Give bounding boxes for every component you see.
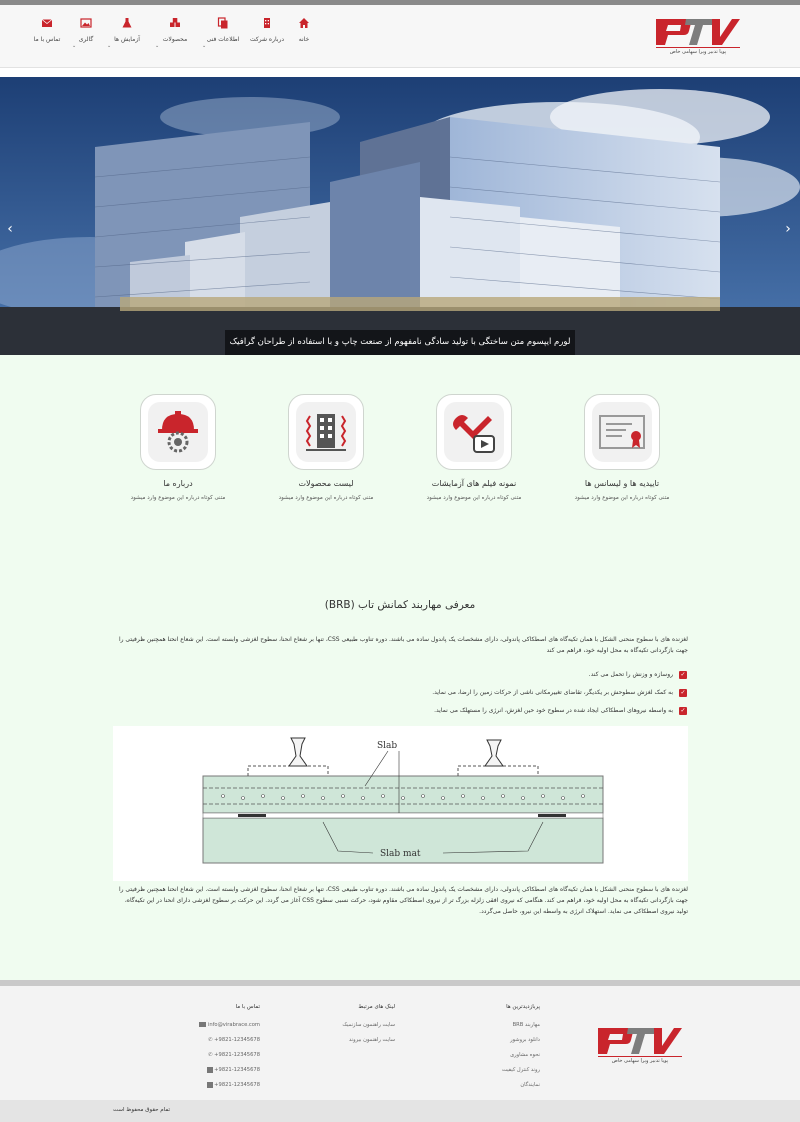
nav-gallery[interactable]: گالری ⌄	[72, 17, 100, 57]
footer-link[interactable]: دانلود بروشور	[440, 1033, 540, 1048]
fax-icon	[206, 1081, 213, 1088]
brand-tagline: پویا تدبیر ویرا سهامی خاص	[669, 49, 727, 55]
nav-products[interactable]: محصولات ⌄	[154, 17, 196, 57]
copy-icon	[217, 17, 228, 29]
section-outro: لغزنده های با سطوح منحنی الشکل با همان ت…	[118, 886, 688, 915]
site-header: پویا تدبیر ویرا سهامی خاص خانه درباره شر…	[0, 5, 800, 68]
feature-title: لیست محصولات	[298, 479, 354, 488]
list-item-text: به کمک لغزش سطوحش بر یکدیگر، تقاضای تغیی…	[432, 689, 673, 696]
chevron-down-icon: ⌄	[72, 43, 77, 49]
brand-logo[interactable]: پویا تدبیر ویرا سهامی خاص	[648, 11, 740, 59]
fax-text: +9821-12345678	[214, 1067, 260, 1073]
feature-products[interactable]: لیست محصولات متنی کوتاه درباره این موضوع…	[261, 394, 391, 514]
chevron-down-icon: ⌄	[155, 43, 160, 49]
slider-next-arrow[interactable]: ›	[781, 222, 795, 236]
footer-link[interactable]: نحوه مشاوری	[440, 1048, 540, 1063]
footer-contact: تماس با ما info@virabrace.com +9821-1234…	[150, 986, 260, 1093]
tools-video-icon	[453, 415, 495, 453]
feature-certificates[interactable]: تاییدیه ها و لیسانس ها متنی کوتاه درباره…	[557, 394, 687, 514]
nav-contact[interactable]: تماس با ما	[28, 17, 66, 57]
feature-icon-frame	[584, 394, 660, 470]
nav-about[interactable]: درباره شرکت	[248, 17, 286, 57]
envelope-icon	[199, 1022, 207, 1027]
email-text: info@virabrace.com	[207, 1022, 260, 1028]
feature-icon-bg	[148, 402, 208, 462]
feature-desc: متنی کوتاه درباره این موضوع وارد میشود	[130, 495, 226, 501]
footer-phone[interactable]: +9821-12345678 ✆	[150, 1048, 260, 1063]
check-icon: ✓	[679, 706, 687, 715]
list-item-text: به واسطه نیروهای اصطکاکی ایجاد شده در سط…	[434, 707, 673, 714]
section-title: معرفی مهاربند کمانش تاب (BRB)	[324, 599, 476, 611]
fax-icon	[206, 1066, 213, 1073]
feature-title: درباره ما	[163, 479, 193, 488]
feature-icon-bg	[296, 402, 356, 462]
footer-link[interactable]: سایت راهنمون سازنمیک	[300, 1018, 395, 1033]
phone-icon: ✆	[208, 1052, 213, 1058]
chevron-down-icon: ⌄	[202, 43, 207, 49]
list-item: ✓ روسازه و وزنش را تحمل می کند.	[589, 669, 687, 681]
nav-technical-info[interactable]: اطلاعات فنی ⌄	[202, 17, 244, 57]
slab-label: Slab	[377, 741, 397, 751]
feature-icon-bg	[444, 402, 504, 462]
feature-test-videos[interactable]: نمونه فیلم های آزمایشات متنی کوتاه دربار…	[409, 394, 539, 514]
phone-icon: ✆	[208, 1037, 213, 1043]
envelope-icon	[41, 19, 53, 27]
feature-icon-bg	[592, 402, 652, 462]
slab-diagram: Slab Slab mat	[113, 726, 688, 881]
nav-home[interactable]: خانه	[289, 17, 319, 57]
slab-mat-label: Slab mat	[380, 849, 421, 859]
check-icon: ✓	[679, 670, 687, 679]
footer-related-links: لینک های مرتبط سایت راهنمون سازنمیک سایت…	[300, 986, 395, 1048]
check-icon: ✓	[679, 688, 687, 697]
footer-fax[interactable]: +9821-12345678	[150, 1078, 260, 1093]
building-icon	[264, 18, 270, 28]
section-intro: لغزنده های با سطوح منحنی الشکل با همان ت…	[118, 636, 688, 654]
footer-logo[interactable]: پویا تدبیر ویرا سهامی خاص	[590, 1020, 682, 1068]
phone-text: +9821-12345678	[214, 1052, 260, 1058]
list-item: ✓ به واسطه نیروهای اصطکاکی ایجاد شده در س…	[434, 705, 687, 717]
footer-phone[interactable]: +9821-12345678 ✆	[150, 1033, 260, 1048]
copyright-text: تمام حقوق محفوظ است	[113, 1107, 171, 1113]
hero-building-image	[0, 77, 800, 355]
footer-heading: پربازدیدترین ها	[506, 1004, 540, 1010]
feature-about[interactable]: درباره ما متنی کوتاه درباره این موضوع وا…	[113, 394, 243, 514]
feature-title: تاییدیه ها و لیسانس ها	[584, 479, 660, 488]
feature-icon-frame	[436, 394, 512, 470]
feature-desc: متنی کوتاه درباره این موضوع وارد میشود	[278, 495, 374, 501]
footer-heading: لینک های مرتبط	[358, 1004, 395, 1010]
chevron-down-icon: ⌄	[107, 43, 112, 49]
feature-desc: متنی کوتاه درباره این موضوع وارد میشود	[574, 495, 670, 501]
feature-title: نمونه فیلم های آزمایشات	[431, 479, 517, 488]
footer-heading: تماس با ما	[235, 1004, 260, 1010]
list-item: ✓ به کمک لغزش سطوحش بر یکدیگر، تقاضای تغی…	[432, 687, 687, 699]
nav-tests[interactable]: آزمایش ها ⌄	[106, 17, 148, 57]
cubes-icon	[170, 18, 180, 27]
certificate-icon	[599, 415, 645, 449]
footer-link[interactable]: روند کنترل کیفیت	[440, 1063, 540, 1078]
footer-email[interactable]: info@virabrace.com	[150, 1018, 260, 1033]
phone-text: +9821-12345678	[214, 1037, 260, 1043]
home-icon	[299, 18, 309, 28]
hero-caption: لورم ایپسوم متن ساختگی با تولید سادگی نا…	[225, 330, 575, 372]
building-shock-icon	[305, 414, 347, 451]
helmet-gear-icon	[158, 411, 198, 453]
feature-icon-frame	[288, 394, 364, 470]
footer-tagline: پویا تدبیر ویرا سهامی خاص	[611, 1058, 669, 1064]
footer-link[interactable]: نمایندگان	[440, 1078, 540, 1093]
flask-icon	[122, 18, 132, 28]
hero-slider[interactable]	[0, 77, 800, 355]
fax-text: +9821-12345678	[214, 1082, 260, 1088]
feature-desc: متنی کوتاه درباره این موضوع وارد میشود	[426, 495, 522, 501]
list-item-text: روسازه و وزنش را تحمل می کند.	[588, 671, 673, 678]
image-icon	[80, 18, 92, 28]
footer-fax[interactable]: +9821-12345678	[150, 1063, 260, 1078]
footer-link[interactable]: سایت راهنمون بیروند	[300, 1033, 395, 1048]
slider-prev-arrow[interactable]: ‹	[3, 222, 17, 236]
feature-icon-frame	[140, 394, 216, 470]
footer-popular: پربازدیدترین ها مهاربند BRB دانلود بروشو…	[440, 986, 540, 1093]
footer-link[interactable]: مهاربند BRB	[440, 1018, 540, 1033]
main-navigation: خانه درباره شرکت اطلاعات فنی ⌄ محصولات ⌄…	[26, 17, 336, 57]
